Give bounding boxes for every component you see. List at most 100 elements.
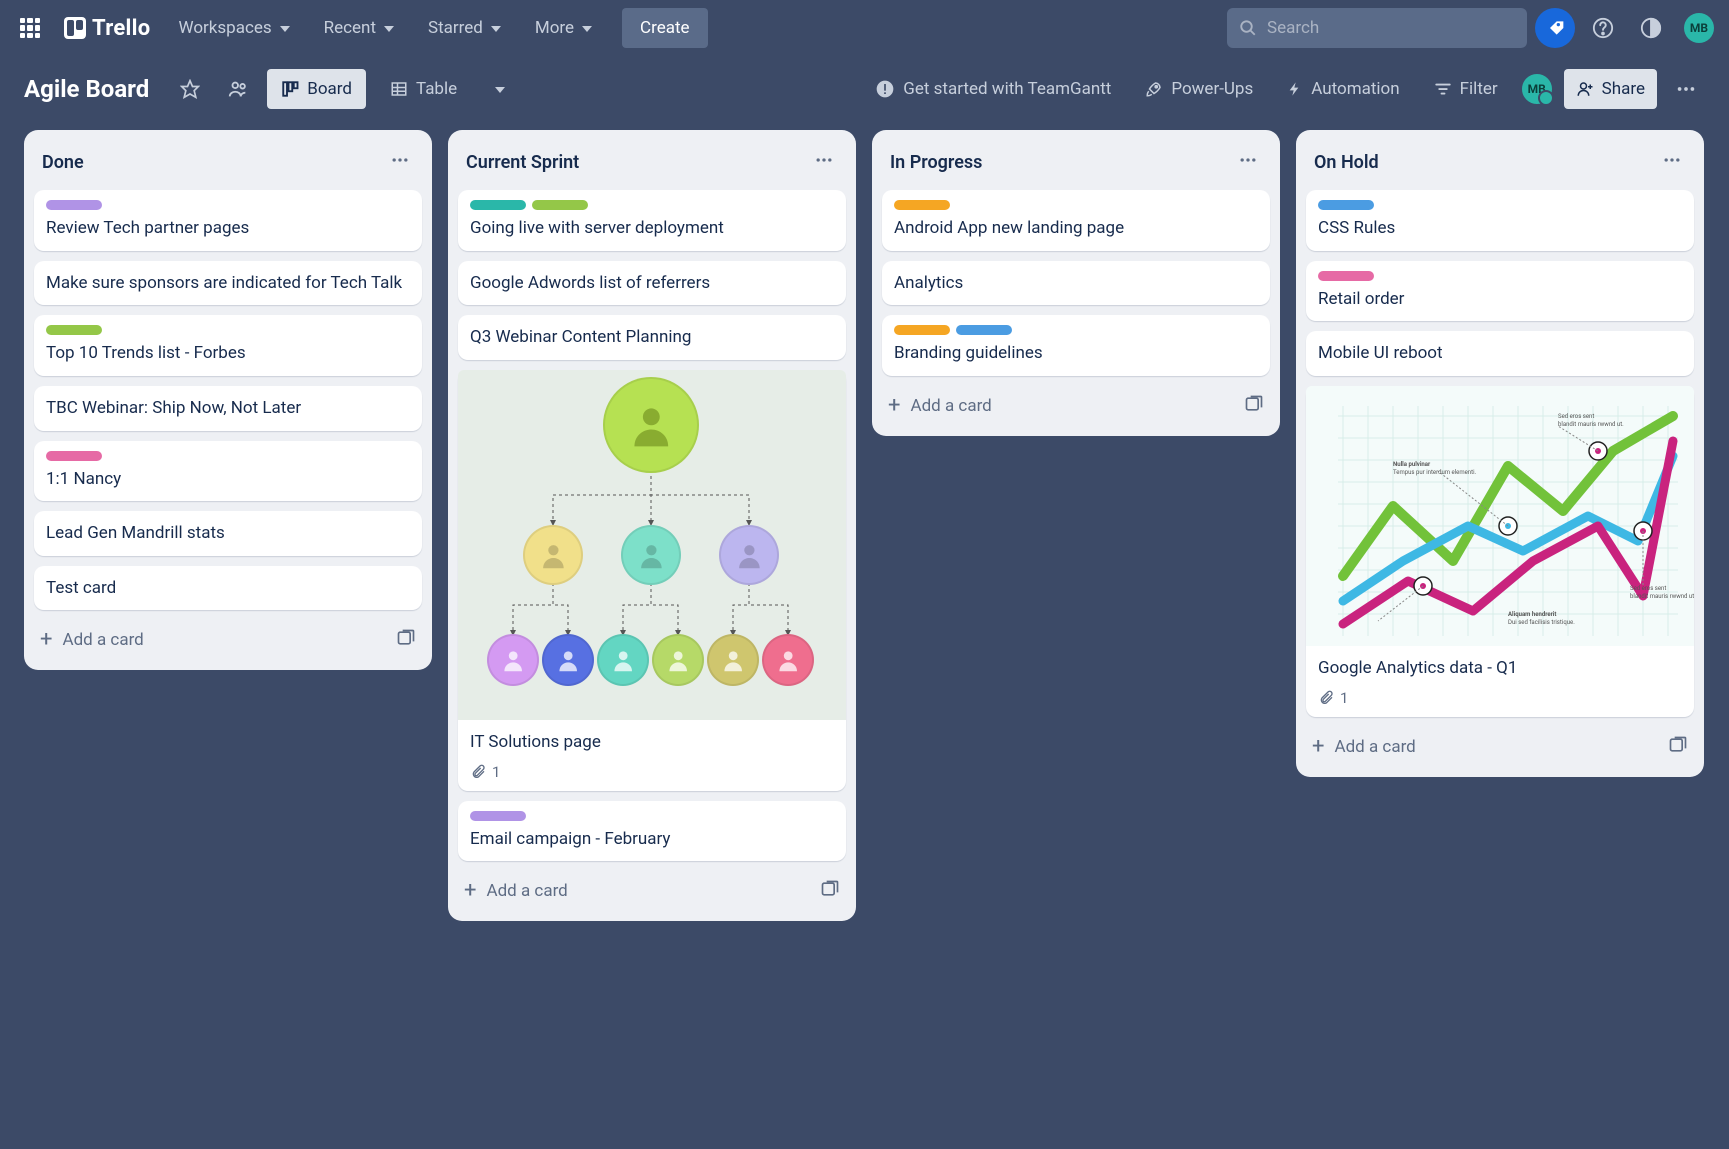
- card[interactable]: Going live with server deployment: [458, 190, 846, 251]
- add-card-label: Add a card: [62, 630, 143, 650]
- card[interactable]: Analytics: [882, 261, 1270, 306]
- view-table-button[interactable]: Table: [376, 69, 471, 109]
- view-more-button[interactable]: [481, 70, 519, 108]
- create-button[interactable]: Create: [622, 8, 708, 48]
- card[interactable]: Android App new landing page: [882, 190, 1270, 251]
- card-template-button[interactable]: [396, 628, 416, 652]
- add-card-row: +Add a card: [1306, 727, 1694, 767]
- card-labels: [894, 200, 1258, 210]
- card[interactable]: Make sure sponsors are indicated for Tec…: [34, 261, 422, 306]
- member-avatar[interactable]: MB: [1520, 72, 1554, 106]
- card[interactable]: Test card: [34, 566, 422, 611]
- automation-button[interactable]: Automation: [1275, 69, 1411, 109]
- card[interactable]: Retail order: [1306, 261, 1694, 322]
- list-title[interactable]: Current Sprint: [466, 152, 579, 173]
- add-card-row: +Add a card: [882, 386, 1270, 426]
- card[interactable]: Top 10 Trends list - Forbes: [34, 315, 422, 376]
- label-blue[interactable]: [1318, 200, 1374, 210]
- card[interactable]: Review Tech partner pages: [34, 190, 422, 251]
- avatar: MB: [1684, 13, 1714, 43]
- view-board-button[interactable]: Board: [267, 69, 366, 109]
- theme-button[interactable]: [1631, 8, 1671, 48]
- template-icon: [820, 879, 840, 899]
- getstarted-button[interactable]: Get started with TeamGantt: [863, 69, 1123, 109]
- star-button[interactable]: [171, 70, 209, 108]
- powerups-label: Power-Ups: [1171, 79, 1253, 99]
- label-orange[interactable]: [894, 200, 950, 210]
- more-horizontal-icon: [390, 150, 410, 170]
- board-menu-button[interactable]: [1667, 70, 1705, 108]
- card-template-button[interactable]: [1668, 735, 1688, 759]
- card-title: Analytics: [894, 271, 1258, 296]
- label-green[interactable]: [532, 200, 588, 210]
- list-header: On Hold: [1306, 140, 1694, 180]
- card-title: Google Adwords list of referrers: [470, 271, 834, 296]
- board-canvas: Done Review Tech partner pages Make sure …: [0, 122, 1729, 929]
- card[interactable]: Q3 Webinar Content Planning: [458, 315, 846, 360]
- board-title[interactable]: Agile Board: [24, 75, 149, 103]
- card-title: 1:1 Nancy: [46, 467, 410, 492]
- add-card-button[interactable]: +Add a card: [464, 880, 568, 902]
- list-title[interactable]: In Progress: [890, 152, 982, 173]
- list-menu-button[interactable]: [386, 146, 414, 178]
- card-title: IT Solutions page: [470, 730, 834, 755]
- card[interactable]: Google Adwords list of referrers: [458, 261, 846, 306]
- card[interactable]: Email campaign - February: [458, 801, 846, 862]
- label-orange[interactable]: [894, 325, 950, 335]
- notifications-button[interactable]: [1535, 8, 1575, 48]
- card-title: Lead Gen Mandrill stats: [46, 521, 410, 546]
- tag-icon: [1545, 18, 1565, 38]
- star-icon: [180, 79, 200, 99]
- account-button[interactable]: MB: [1679, 8, 1719, 48]
- card[interactable]: Branding guidelines: [882, 315, 1270, 376]
- search-input[interactable]: [1267, 18, 1515, 38]
- card[interactable]: Mobile UI reboot: [1306, 331, 1694, 376]
- list: On Hold CSS Rules Retail order Mobile UI r…: [1296, 130, 1704, 777]
- nav-more[interactable]: More: [521, 8, 606, 48]
- filter-button[interactable]: Filter: [1422, 69, 1510, 109]
- card[interactable]: Lead Gen Mandrill stats: [34, 511, 422, 556]
- list-title[interactable]: Done: [42, 152, 84, 173]
- plus-icon: +: [40, 629, 52, 651]
- add-card-button[interactable]: +Add a card: [1312, 736, 1416, 758]
- add-card-button[interactable]: + Add a card: [40, 629, 144, 651]
- add-card-button[interactable]: +Add a card: [888, 395, 992, 417]
- logo-text: Trello: [92, 16, 151, 41]
- card[interactable]: Sed eros sentblandit mauris rwwnd ut. Nu…: [1306, 386, 1694, 717]
- card[interactable]: TBC Webinar: Ship Now, Not Later: [34, 386, 422, 431]
- list-title[interactable]: On Hold: [1314, 152, 1379, 173]
- app-switcher-button[interactable]: [10, 8, 50, 48]
- visibility-button[interactable]: [219, 70, 257, 108]
- nav-workspaces[interactable]: Workspaces: [165, 8, 304, 48]
- list-menu-button[interactable]: [1658, 146, 1686, 178]
- filter-label: Filter: [1460, 79, 1498, 99]
- label-pink[interactable]: [1318, 271, 1374, 281]
- card-title: Email campaign - February: [470, 827, 834, 852]
- list-menu-button[interactable]: [1234, 146, 1262, 178]
- powerups-button[interactable]: Power-Ups: [1133, 69, 1265, 109]
- list-menu-button[interactable]: [810, 146, 838, 178]
- label-green[interactable]: [46, 325, 102, 335]
- card[interactable]: 1:1 Nancy: [34, 441, 422, 502]
- card-title: Mobile UI reboot: [1318, 341, 1682, 366]
- card-cover: Sed eros sentblandit mauris rwwnd ut. Nu…: [1306, 386, 1694, 646]
- card-template-button[interactable]: [1244, 394, 1264, 418]
- card[interactable]: IT Solutions page1: [458, 370, 846, 791]
- label-blue[interactable]: [956, 325, 1012, 335]
- label-purple[interactable]: [470, 811, 526, 821]
- label-pink[interactable]: [46, 451, 102, 461]
- label-purple[interactable]: [46, 200, 102, 210]
- share-button[interactable]: Share: [1564, 69, 1657, 109]
- contrast-icon: [1640, 17, 1662, 39]
- card-cover: [458, 370, 846, 720]
- nav-recent[interactable]: Recent: [310, 8, 408, 48]
- label-teal[interactable]: [470, 200, 526, 210]
- help-button[interactable]: [1583, 8, 1623, 48]
- card-title: Branding guidelines: [894, 341, 1258, 366]
- search-box[interactable]: [1227, 8, 1527, 48]
- nav-starred[interactable]: Starred: [414, 8, 515, 48]
- card-template-button[interactable]: [820, 879, 840, 903]
- board-icon: [281, 80, 299, 98]
- card[interactable]: CSS Rules: [1306, 190, 1694, 251]
- trello-logo[interactable]: Trello: [56, 8, 159, 48]
